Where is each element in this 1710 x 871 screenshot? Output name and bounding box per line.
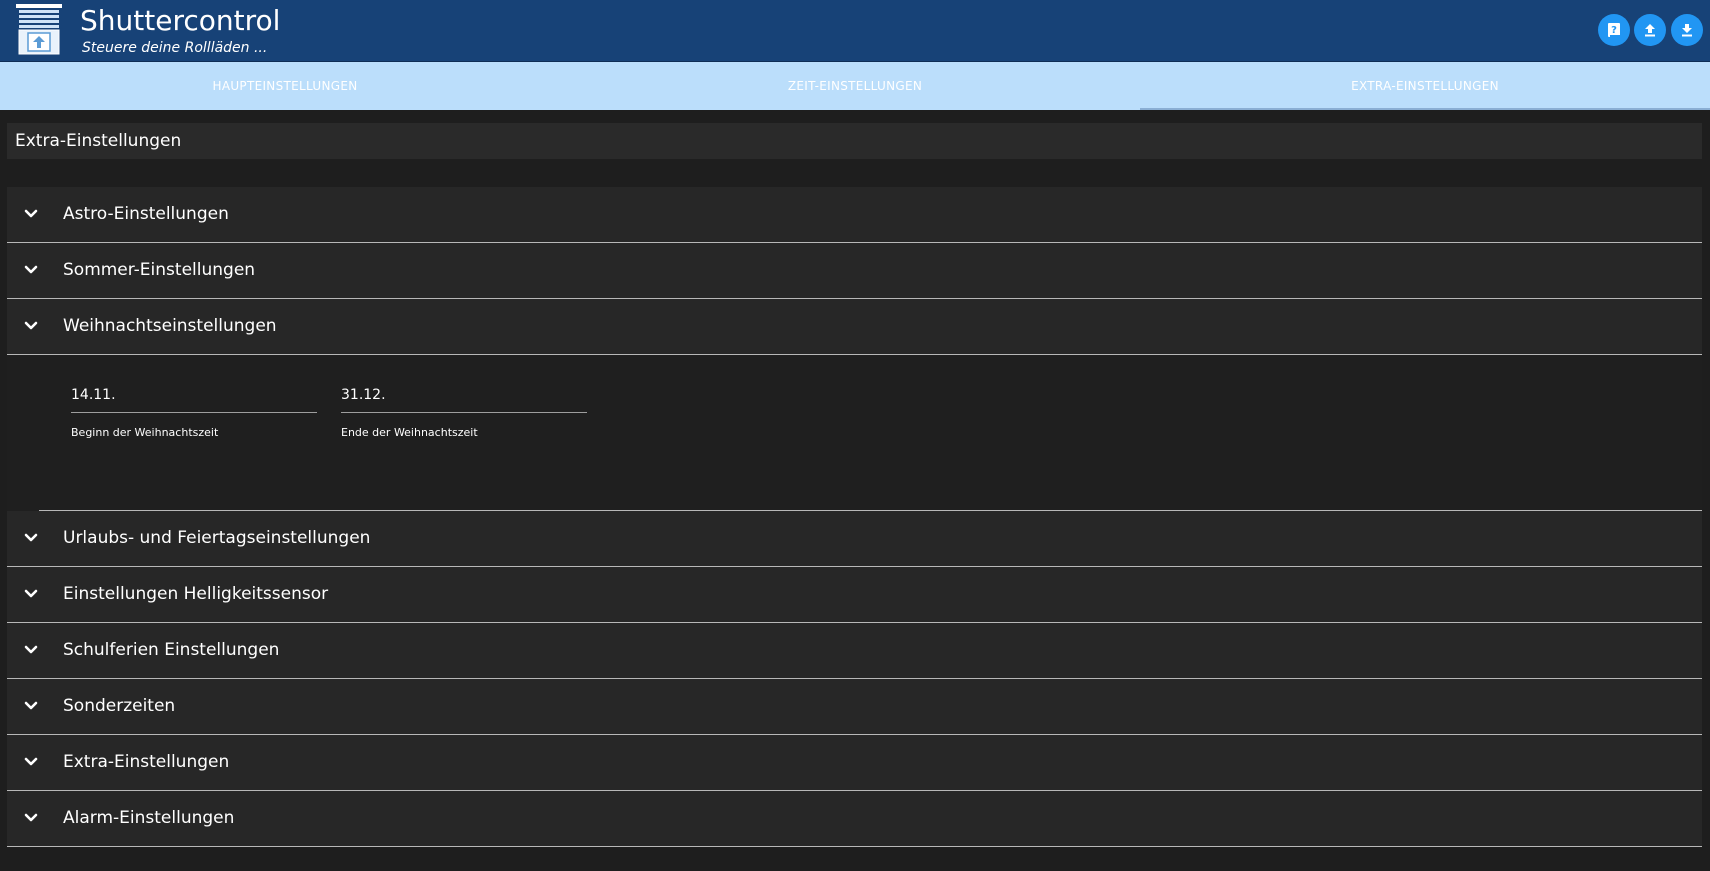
download-button[interactable] [1671,14,1703,46]
accordion-item-helligkeitssensor[interactable]: Einstellungen Helligkeitssensor [7,567,1702,623]
section-title: Extra-Einstellungen [7,123,1702,159]
app-header: Shuttercontrol Steuere deine Rollläden .… [0,0,1710,62]
accordion-label: Schulferien Einstellungen [63,640,280,660]
accordion-item-urlaub-feiertage[interactable]: Urlaubs- und Feiertagseinstellungen [7,511,1702,567]
app-title: Shuttercontrol [80,4,281,37]
christmas-start-label: Beginn der Weihnachtszeit [71,426,219,439]
chevron-down-icon [24,533,38,542]
accordion-item-sommer[interactable]: Sommer-Einstellungen [7,243,1702,299]
chevron-down-icon [24,265,38,274]
tab-extra-einstellungen[interactable]: EXTRA-EINSTELLUNGEN [1140,62,1710,110]
chevron-down-icon [24,589,38,598]
accordion-item-astro[interactable]: Astro-Einstellungen [7,187,1702,243]
christmas-end-label: Ende der Weihnachtszeit [341,426,478,439]
accordion-label: Extra-Einstellungen [63,752,230,772]
tab-bar: HAUPTEINSTELLUNGEN ZEIT-EINSTELLUNGEN EX… [0,62,1710,110]
accordion-item-schulferien[interactable]: Schulferien Einstellungen [7,623,1702,679]
tab-zeit-einstellungen[interactable]: ZEIT-EINSTELLUNGEN [570,62,1140,110]
accordion-item-alarm[interactable]: Alarm-Einstellungen [7,791,1702,847]
chevron-down-icon [24,813,38,822]
accordion-item-extra[interactable]: Extra-Einstellungen [7,735,1702,791]
svg-text:?: ? [1611,25,1617,36]
accordion-item-sonderzeiten[interactable]: Sonderzeiten [7,679,1702,735]
accordion-label: Alarm-Einstellungen [63,808,235,828]
christmas-start-input[interactable] [71,377,317,413]
chevron-down-icon [24,757,38,766]
app-page: Shuttercontrol Steuere deine Rollläden .… [0,0,1710,871]
accordion-label: Astro-Einstellungen [63,204,229,224]
chevron-down-icon [24,645,38,654]
shutter-logo-icon [16,4,62,55]
christmas-end-input[interactable] [341,377,587,413]
accordion-label: Urlaubs- und Feiertagseinstellungen [63,528,371,548]
download-icon [1682,24,1692,37]
tab-haupteinstellungen[interactable]: HAUPTEINSTELLUNGEN [0,62,570,110]
accordion-label: Sonderzeiten [63,696,176,716]
help-button[interactable]: ? [1598,14,1630,46]
upload-icon [1645,24,1655,37]
accordion-label: Einstellungen Helligkeitssensor [63,584,329,604]
accordion-item-weihnachten[interactable]: Weihnachtseinstellungen [7,299,1702,355]
christmas-settings-panel: Beginn der Weihnachtszeit Ende der Weihn… [7,355,1702,511]
chevron-down-icon [24,209,38,218]
upload-button[interactable] [1634,14,1666,46]
app-subtitle: Steuere deine Rollläden ... [82,40,268,56]
chevron-down-icon [24,321,38,330]
settings-accordion: Astro-Einstellungen Sommer-Einstellungen… [7,187,1702,847]
help-book-icon: ? [1608,23,1620,37]
accordion-label: Sommer-Einstellungen [63,260,256,280]
chevron-down-icon [24,701,38,710]
accordion-label: Weihnachtseinstellungen [63,316,277,336]
